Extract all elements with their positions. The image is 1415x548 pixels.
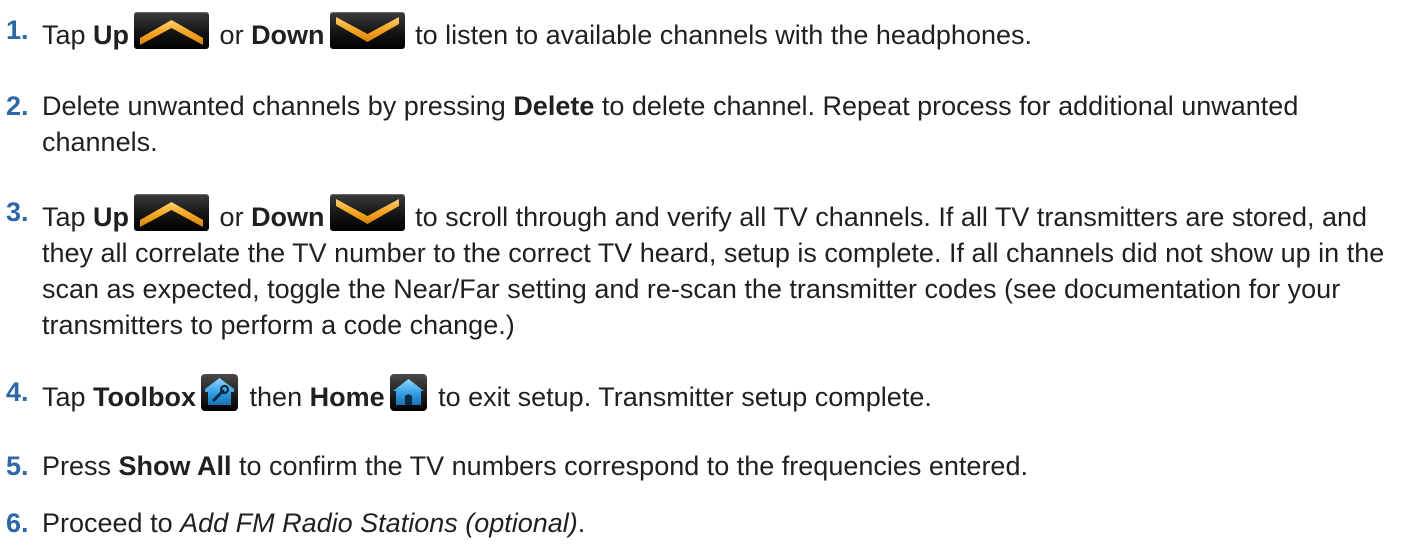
step-2: 2. Delete unwanted channels by pressing … (0, 88, 1415, 160)
chevron-down-icon (329, 194, 405, 231)
step-text-part: Proceed to (42, 508, 181, 538)
step-text: Tap Toolbox then Home to exit setup. Tra… (42, 374, 1407, 415)
step-number: 6. (6, 508, 29, 538)
step-text: Tap Up or Down to scroll through and ver… (42, 194, 1407, 343)
chevron-up-icon (134, 12, 210, 49)
instruction-list: 1. Tap Up or Down to listen to available… (0, 0, 1415, 548)
step-3: 3. Tap Up or Down to scroll through and … (0, 194, 1415, 343)
step-text-part: Press (42, 451, 119, 481)
chevron-down-icon (329, 12, 405, 49)
step-5: 5. Press Show All to confirm the TV numb… (0, 448, 1415, 484)
step-text: Delete unwanted channels by pressing Del… (42, 88, 1407, 160)
up-label: Up (93, 20, 130, 50)
up-label: Up (93, 202, 130, 232)
step-text-part: to listen to available channels with the… (407, 20, 1032, 50)
step-text: Press Show All to confirm the TV numbers… (42, 448, 1407, 484)
home-icon (389, 374, 427, 411)
step-text-part: Tap (42, 202, 94, 232)
step-text-part: Delete unwanted channels by pressing (42, 91, 514, 121)
step-number: 1. (6, 15, 29, 45)
step-text-part: . (577, 508, 586, 538)
step-number: 4. (6, 377, 29, 407)
step-number: 5. (6, 451, 29, 481)
toolbox-icon (201, 374, 239, 411)
step-text-part: to confirm the TV numbers correspond to … (231, 451, 1028, 481)
step-number: 2. (6, 91, 29, 121)
down-label: Down (251, 20, 325, 50)
step-1: 1. Tap Up or Down to listen to available… (0, 12, 1415, 53)
step-text-part: or (212, 20, 252, 50)
step-text-part: then (242, 382, 310, 412)
step-text: Proceed to Add FM Radio Stations (option… (42, 505, 1407, 541)
step-text: Tap Up or Down to listen to available ch… (42, 12, 1407, 53)
delete-label: Delete (513, 91, 595, 121)
down-label: Down (251, 202, 325, 232)
step-6: 6. Proceed to Add FM Radio Stations (opt… (0, 505, 1415, 541)
step-text-part: or (212, 202, 252, 232)
step-text-part: to exit setup. Transmitter setup complet… (430, 382, 932, 412)
step-number: 3. (6, 197, 29, 227)
step-text-part: Tap (42, 382, 94, 412)
toolbox-label: Toolbox (93, 382, 197, 412)
section-reference: Add FM Radio Stations (optional) (180, 508, 578, 538)
show-all-label: Show All (118, 451, 232, 481)
step-text-part: Tap (42, 20, 94, 50)
home-label: Home (309, 382, 385, 412)
step-4: 4. Tap Toolbox then Home to exit setup. … (0, 374, 1415, 415)
chevron-up-icon (134, 194, 210, 231)
